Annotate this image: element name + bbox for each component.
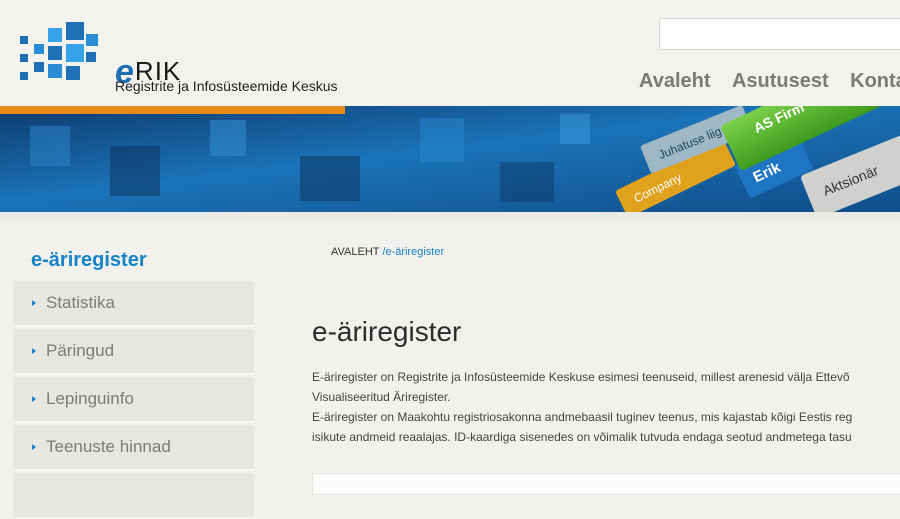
sidebar-item-lepinguinfo[interactable]: Lepinguinfo	[13, 377, 254, 423]
bullet-arrow-icon	[32, 300, 36, 306]
logo-subtitle: Registrite ja Infosüsteemide Keskus	[115, 78, 338, 94]
intro-line-3: E-äriregister on Maakohtu registriosakon…	[312, 410, 853, 424]
sidebar-item-label: Teenuste hinnad	[46, 437, 171, 456]
intro-line-1: E-äriregister on Registrite ja Infosüste…	[312, 370, 850, 384]
sidebar-title[interactable]: e-äriregister	[31, 249, 147, 272]
sidebar-item-paringud[interactable]: Päringud	[13, 329, 254, 375]
sidebar-item-statistika[interactable]: Statistika	[13, 281, 254, 327]
intro-line-2: Visualiseeritud Äriregister.	[312, 390, 451, 404]
logo-squares-icon	[20, 22, 98, 80]
search-input[interactable]	[659, 18, 900, 50]
breadcrumb: AVALEHT /e-äriregister	[331, 246, 444, 258]
banner-graphic: Company Juhatuse liig Erik AS Firm Aktsi…	[0, 106, 900, 212]
nav-item-asutusest[interactable]: Asutusest	[732, 70, 829, 92]
intro-line-4: isikute andmeid reaalajas. ID-kaardiga s…	[312, 430, 852, 444]
page-title: e-äriregister	[312, 316, 462, 347]
hero-banner: Company Juhatuse liig Erik AS Firm Aktsi…	[0, 106, 900, 212]
content-box	[312, 473, 900, 495]
sidebar-item-teenuste-hinnad[interactable]: Teenuste hinnad	[13, 425, 254, 471]
breadcrumb-home[interactable]: AVALEHT	[331, 246, 379, 258]
main-nav: Avaleht Asutusest Kontakt	[639, 70, 900, 93]
bullet-arrow-icon	[32, 348, 36, 354]
sidebar-item-label: Statistika	[46, 293, 115, 312]
sidebar-item-next[interactable]	[13, 473, 254, 519]
sidebar-item-label: Lepinguinfo	[46, 389, 134, 408]
rik-logo[interactable]: eRIK Registrite ja Infosüsteemide Keskus	[18, 22, 338, 94]
bullet-arrow-icon	[32, 396, 36, 402]
site-header: eRIK Registrite ja Infosüsteemide Keskus…	[0, 0, 900, 106]
breadcrumb-current[interactable]: e-äriregister	[385, 246, 444, 258]
nav-item-avaleht[interactable]: Avaleht	[639, 70, 711, 92]
sidebar-item-label: Päringud	[46, 341, 115, 360]
bullet-arrow-icon	[32, 444, 36, 450]
nav-item-kontakt[interactable]: Kontakt	[850, 70, 900, 92]
banner-shadow	[0, 212, 900, 228]
